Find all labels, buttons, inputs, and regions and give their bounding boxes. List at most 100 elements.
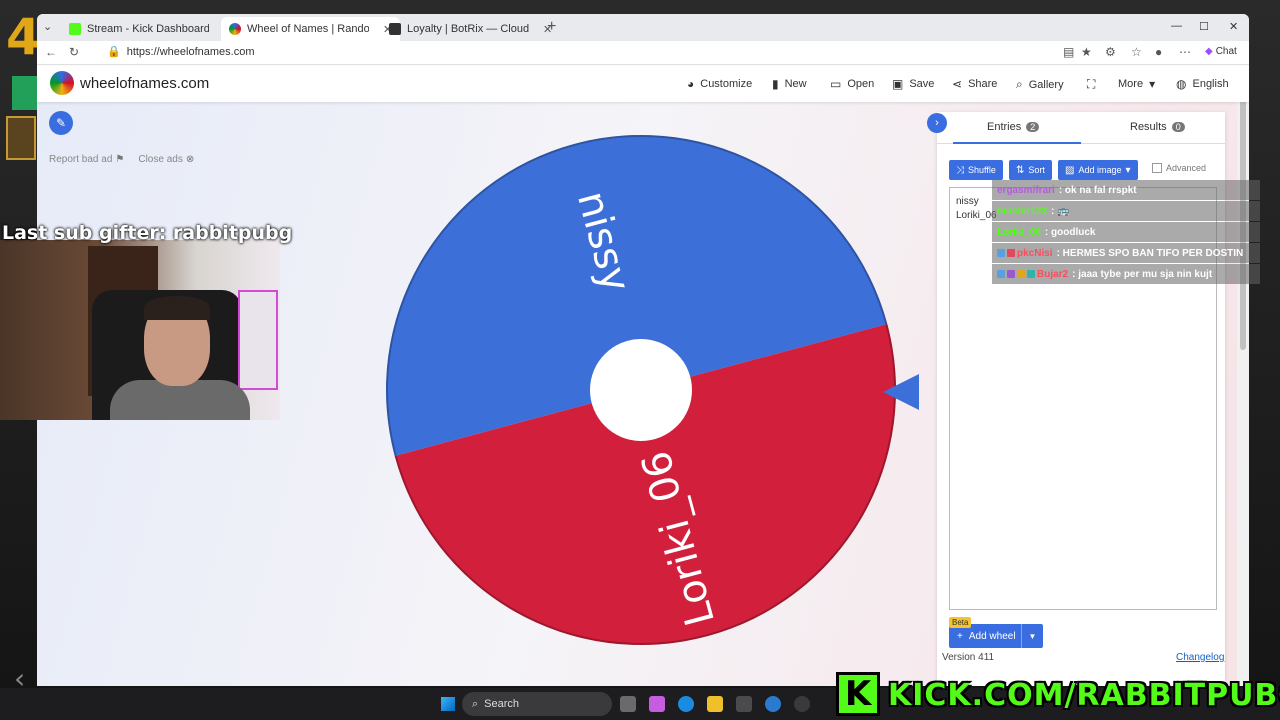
close-ads-link[interactable]: Close ads ⊗	[138, 154, 194, 165]
version-label: Version 411	[942, 652, 995, 663]
minimize-icon[interactable]: —	[1171, 20, 1182, 32]
subscriber-badge-icon	[997, 270, 1005, 278]
menu-customize[interactable]: ◕ Customize	[687, 77, 752, 91]
reader-icon[interactable]: ▤	[1063, 45, 1074, 59]
chevron-down-icon: ▾	[1149, 77, 1156, 91]
edge-app-icon[interactable]	[678, 696, 694, 712]
chat-text: : goodluck	[1044, 226, 1096, 238]
kick-url: KICK.COM/RABBITPUBG	[888, 678, 1280, 713]
refresh-icon[interactable]: ↻	[69, 45, 79, 59]
checkbox-box	[1152, 163, 1162, 173]
cam-person-hair	[144, 296, 210, 320]
chat-message: ergasmifrari: ok na fal rrspkt	[992, 180, 1260, 200]
menu-more[interactable]: More ▾	[1118, 77, 1155, 91]
folder-icon: ▭	[830, 77, 842, 91]
menu-open[interactable]: ▭ Open	[830, 77, 874, 91]
menu-share[interactable]: ⋖ Share	[952, 77, 997, 91]
window-close-icon[interactable]: ✕	[1229, 20, 1238, 33]
close-circle-icon: ⊗	[185, 154, 195, 165]
more-options-icon[interactable]: ⋯	[1179, 45, 1191, 59]
menu-language[interactable]: ◍ English	[1176, 77, 1229, 91]
kick-favicon-icon	[69, 23, 81, 35]
back-icon[interactable]: ←	[45, 45, 57, 59]
edit-button[interactable]: ✎	[49, 111, 73, 135]
webcam-feed	[0, 240, 280, 420]
add-wheel-label: Add wheel	[968, 630, 1016, 642]
chat-label: Chat	[1215, 46, 1237, 57]
menu-label: Save	[909, 78, 935, 90]
chat-text: : jaaa tybe per mu sja nin kujt	[1072, 268, 1213, 280]
tab-botrix[interactable]: Loyalty | BotRix — Cloud Streamin ✕	[381, 17, 560, 41]
menu-label: English	[1192, 78, 1229, 90]
tab-title: Stream - Kick Dashboard	[87, 23, 209, 35]
extensions-icon[interactable]: ⚙	[1105, 45, 1116, 59]
settings-app-icon[interactable]	[794, 696, 810, 712]
collections-icon[interactable]: ☆	[1131, 45, 1142, 59]
results-count-badge: 0	[1171, 122, 1185, 132]
tab-label: Entries	[987, 121, 1022, 133]
kick-logo-icon: K	[836, 672, 880, 716]
subscriber-badge-icon	[997, 249, 1005, 257]
chat-user: moster123	[997, 205, 1048, 217]
menu-label: More	[1118, 78, 1144, 90]
name-wheel[interactable]: nissyLoriki_06	[385, 132, 897, 648]
wheel-logo-icon[interactable]	[50, 71, 74, 95]
site-header: wheelofnames.com ◕ Customize ▮ New ▭ Open ▣…	[37, 66, 1249, 102]
flag-icon: ⚑	[115, 154, 125, 165]
tab-label: Results	[1130, 121, 1167, 133]
favorite-star-icon[interactable]: ★	[1081, 45, 1092, 59]
tab-wheel-of-names[interactable]: Wheel of Names | Random name ✕	[221, 17, 401, 41]
menu-save[interactable]: ▣ Save	[892, 77, 934, 91]
shuffle-label: Shuffle	[968, 165, 996, 175]
advanced-checkbox[interactable]: Advanced	[1152, 163, 1206, 173]
url-field[interactable]: 🔒 https://wheelofnames.com	[107, 45, 255, 58]
add-wheel-main[interactable]: + Add wheel	[949, 631, 1021, 642]
tab-kick-dashboard[interactable]: Stream - Kick Dashboard ✕	[61, 17, 240, 41]
store-app-icon[interactable]	[736, 696, 752, 712]
app-icon[interactable]	[765, 696, 781, 712]
menu-fullscreen[interactable]: ⛶	[1087, 77, 1095, 92]
site-title[interactable]: wheelofnames.com	[80, 75, 209, 92]
report-ad-label: Report bad ad	[49, 154, 113, 165]
new-tab-icon[interactable]: +	[547, 18, 556, 36]
menu-gallery[interactable]: ⌕ Gallery	[1016, 77, 1064, 92]
maximize-icon[interactable]: ☐	[1199, 20, 1209, 33]
chevron-right-icon: ›	[935, 117, 939, 129]
copilot-app-icon[interactable]	[649, 696, 665, 712]
task-view-icon[interactable]	[620, 696, 636, 712]
chat-user: Bujar2	[1037, 268, 1069, 280]
add-image-button[interactable]: ▨ Add image ▾	[1058, 160, 1138, 180]
windows-start-icon[interactable]	[441, 697, 455, 711]
ad-links: Report bad ad ⚑ Close ads ⊗	[49, 154, 194, 165]
plus-icon: +	[957, 630, 963, 642]
share-icon: ⋖	[952, 77, 963, 91]
menu-new[interactable]: ▮ New	[772, 77, 807, 91]
file-explorer-icon[interactable]	[707, 696, 723, 712]
changelog-link[interactable]: Changelog	[1176, 652, 1224, 663]
chat-user: ergasmifrari	[997, 184, 1055, 196]
tab-list-icon[interactable]: ⌄	[43, 20, 52, 33]
tab-results[interactable]: Results 0	[1130, 121, 1185, 133]
star-badge-icon	[1007, 249, 1015, 257]
shuffle-button[interactable]: ⤨ Shuffle	[949, 160, 1003, 180]
taskbar-search[interactable]: ⌕ Search	[462, 692, 612, 716]
sort-button[interactable]: ⇅ Sort	[1009, 160, 1052, 180]
menu-label: Customize	[700, 78, 753, 90]
file-icon: ▮	[772, 77, 779, 91]
cam-shelf	[238, 290, 278, 390]
tab-entries[interactable]: Entries 2	[987, 121, 1040, 133]
collapse-panel-button[interactable]: ›	[927, 113, 947, 133]
tab-title: Loyalty | BotRix — Cloud Streamin	[407, 23, 529, 35]
chevron-down-icon[interactable]: ▼	[1021, 624, 1043, 648]
copilot-chat-button[interactable]: ◆ Chat	[1205, 46, 1237, 57]
wheel-center-hub[interactable]	[590, 339, 692, 441]
menu-label: Share	[968, 78, 998, 90]
close-ads-label: Close ads	[138, 154, 183, 165]
globe-icon: ◍	[1176, 77, 1187, 91]
sub-gifter-label: Last sub gifter: rabbitpubg	[2, 222, 293, 244]
report-ad-link[interactable]: Report bad ad ⚑	[49, 154, 124, 165]
shuffle-icon: ⤨	[956, 164, 964, 176]
profile-icon[interactable]: ●	[1155, 45, 1162, 59]
page-scrollbar[interactable]	[1237, 66, 1249, 686]
botrix-favicon-icon	[389, 23, 401, 35]
